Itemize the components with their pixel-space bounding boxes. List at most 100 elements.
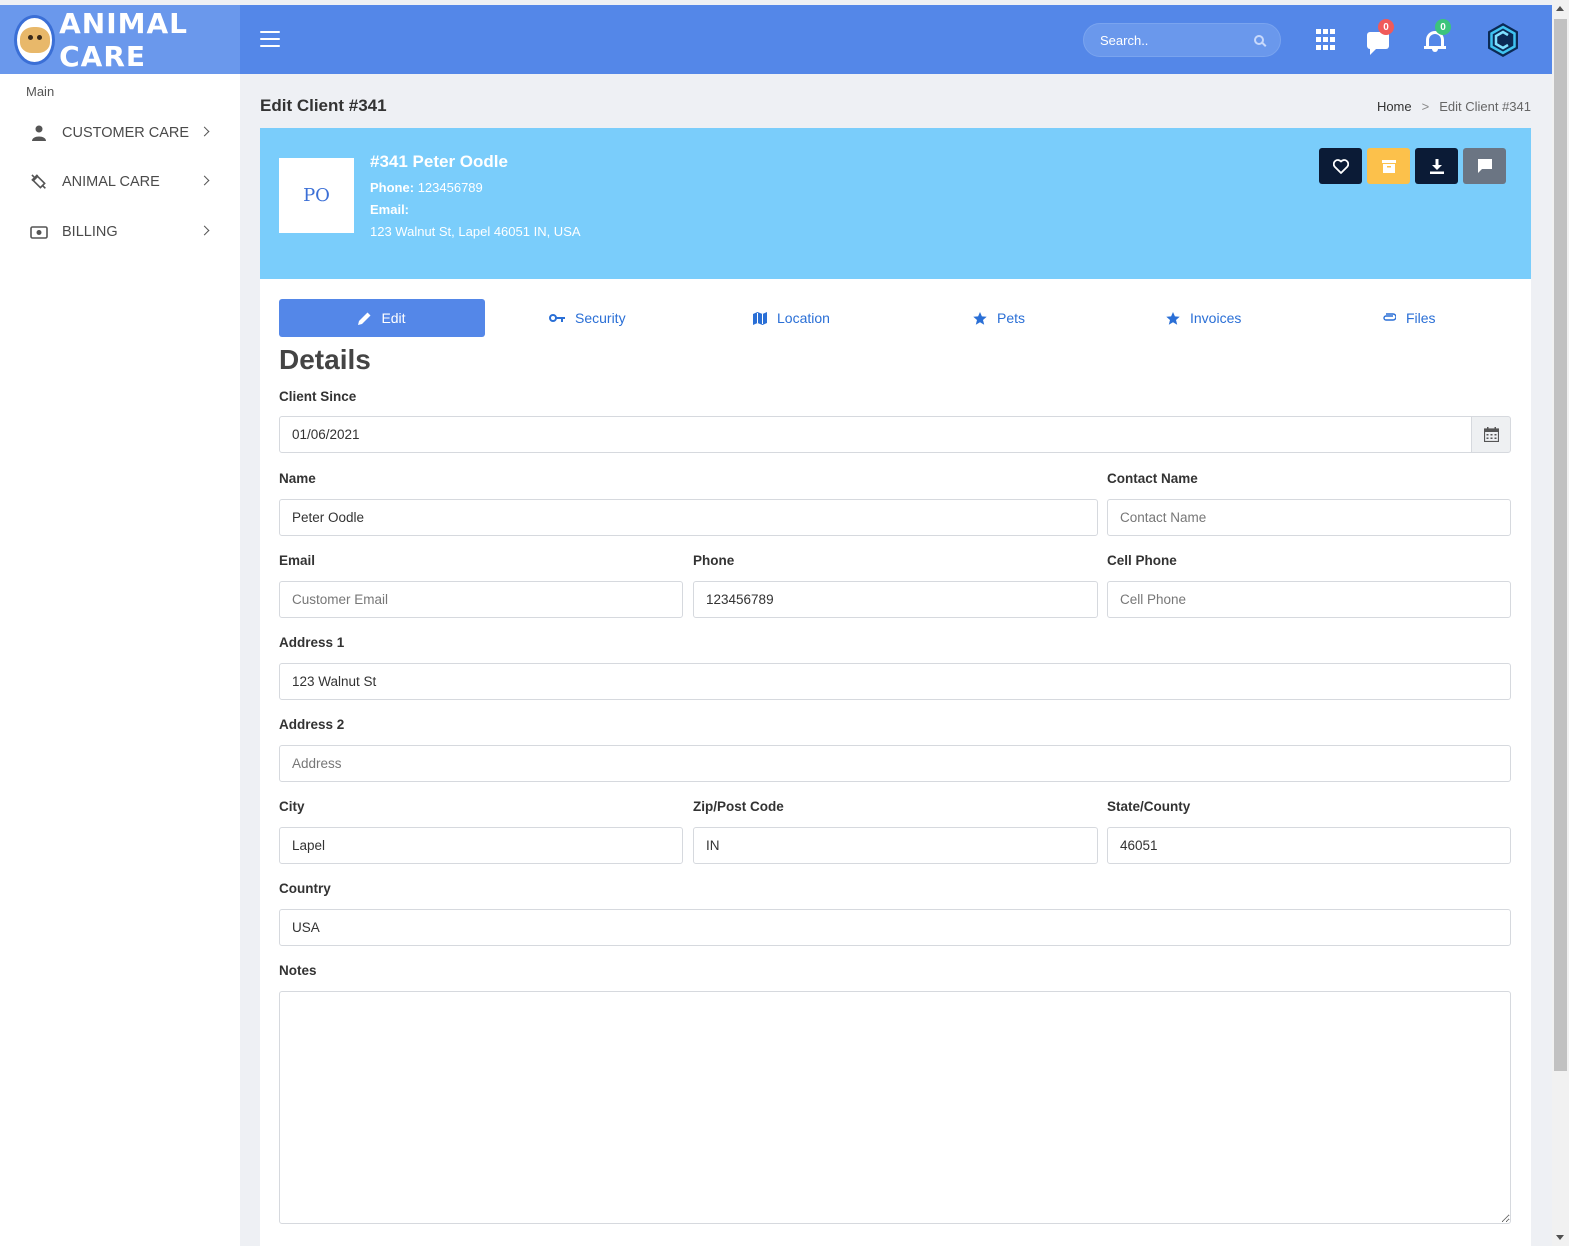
download-button[interactable] (1415, 148, 1458, 184)
heart-icon (1332, 158, 1349, 174)
name-input[interactable] (279, 499, 1098, 536)
search-box (1083, 23, 1281, 57)
name-label: Name (279, 471, 316, 486)
sidebar-item-billing[interactable]: BILLING (0, 212, 240, 252)
zip-label: Zip/Post Code (693, 799, 784, 814)
client-card: PO #341 Peter Oodle Phone: 123456789 Ema… (260, 128, 1531, 1246)
comment-icon (1477, 159, 1492, 173)
client-avatar: PO (279, 158, 354, 233)
phone-label: Phone: (370, 180, 415, 195)
brand-logo[interactable]: ANIMAL CARE (0, 5, 240, 74)
notes-label: Notes (279, 963, 317, 978)
chevron-right-icon (199, 126, 210, 137)
user-avatar-icon[interactable] (1485, 22, 1521, 58)
map-icon (753, 311, 767, 325)
star-icon (973, 311, 987, 325)
address2-label: Address 2 (279, 717, 345, 732)
state-input[interactable] (1107, 827, 1511, 864)
phone-input[interactable] (693, 581, 1098, 618)
logo-icon (14, 14, 56, 65)
breadcrumb-separator: > (1421, 99, 1430, 114)
city-label: City (279, 799, 305, 814)
messages-icon[interactable]: 0 (1367, 19, 1394, 55)
cell-phone-input[interactable] (1107, 581, 1511, 618)
calendar-button[interactable] (1471, 416, 1511, 453)
tab-invoices[interactable]: Invoices (1166, 299, 1241, 337)
address1-input[interactable] (279, 663, 1511, 700)
syringe-icon (30, 174, 48, 190)
contact-name-input[interactable] (1107, 499, 1511, 536)
scrollbar-thumb[interactable] (1554, 19, 1567, 1071)
phone-value: 123456789 (417, 180, 483, 195)
notifications-icon[interactable]: 0 (1424, 19, 1451, 52)
scroll-up-icon[interactable] (1556, 6, 1564, 11)
client-since-label: Client Since (279, 389, 357, 404)
tab-label: Location (777, 310, 830, 326)
email-input[interactable] (279, 581, 683, 618)
breadcrumb-current: Edit Client #341 (1439, 99, 1531, 114)
client-tabs: Edit Security Location Pets Invoices Fil… (279, 299, 1511, 337)
phone-label: Phone (693, 553, 735, 568)
sidebar-item-label: ANIMAL CARE (62, 174, 160, 190)
address1-label: Address 1 (279, 635, 345, 650)
search-icon[interactable] (1254, 35, 1264, 45)
star-icon (1166, 311, 1180, 325)
chevron-right-icon (199, 175, 210, 186)
client-actions (1319, 148, 1506, 184)
tab-label: Edit (381, 310, 406, 326)
window-edge (1569, 0, 1577, 1246)
sidebar-section-title: Main (26, 84, 55, 99)
client-email: Email: (370, 202, 409, 217)
country-input[interactable] (279, 909, 1511, 946)
page-scrollbar[interactable] (1552, 0, 1569, 1246)
tab-edit[interactable]: Edit (279, 299, 485, 337)
paperclip-icon (1383, 313, 1396, 321)
chevron-right-icon (199, 225, 210, 236)
client-address: 123 Walnut St, Lapel 46051 IN, USA (370, 224, 581, 239)
sidebar-item-label: CUSTOMER CARE (62, 125, 190, 141)
notifications-badge: 0 (1435, 19, 1451, 35)
client-name: #341 Peter Oodle (370, 152, 508, 171)
client-header: PO #341 Peter Oodle Phone: 123456789 Ema… (260, 128, 1531, 279)
contact-name-label: Contact Name (1107, 471, 1198, 486)
apps-grid-icon[interactable] (1316, 29, 1340, 51)
city-input[interactable] (279, 827, 683, 864)
sidebar-item-label: BILLING (62, 224, 118, 240)
state-label: State/County (1107, 799, 1191, 814)
favorite-button[interactable] (1319, 148, 1362, 184)
top-navbar: ANIMAL CARE 0 0 (0, 5, 1552, 74)
pencil-icon (358, 312, 371, 325)
key-icon (549, 314, 565, 322)
country-label: Country (279, 881, 331, 896)
breadcrumb: Home > Edit Client #341 (1377, 99, 1531, 114)
tab-label: Security (575, 310, 626, 326)
address2-input[interactable] (279, 745, 1511, 782)
sidebar-item-customer-care[interactable]: CUSTOMER CARE (0, 113, 240, 153)
sidebar-item-animal-care[interactable]: ANIMAL CARE (0, 162, 240, 202)
notes-textarea[interactable] (279, 991, 1511, 1224)
archive-button[interactable] (1367, 148, 1410, 184)
tab-label: Files (1406, 310, 1436, 326)
zip-input[interactable] (693, 827, 1098, 864)
cell-phone-label: Cell Phone (1107, 553, 1177, 568)
tab-pets[interactable]: Pets (973, 299, 1025, 337)
client-phone: Phone: 123456789 (370, 180, 483, 195)
client-since-input[interactable] (279, 416, 1472, 453)
messages-badge: 0 (1378, 19, 1394, 35)
tab-files[interactable]: Files (1382, 299, 1436, 337)
archive-icon (1381, 159, 1396, 173)
scroll-down-icon[interactable] (1556, 1235, 1564, 1240)
tab-label: Pets (997, 310, 1026, 326)
comment-button[interactable] (1463, 148, 1506, 184)
tab-security[interactable]: Security (549, 299, 626, 337)
email-label: Email: (370, 202, 410, 217)
search-input[interactable] (1100, 32, 1250, 48)
section-heading: Details (279, 344, 371, 375)
user-icon (30, 125, 48, 141)
menu-toggle-icon[interactable] (260, 31, 280, 47)
tab-location[interactable]: Location (753, 299, 830, 337)
page-title: Edit Client #341 (260, 96, 387, 115)
tab-label: Invoices (1190, 310, 1242, 326)
download-icon (1429, 158, 1444, 174)
breadcrumb-home[interactable]: Home (1377, 99, 1412, 114)
